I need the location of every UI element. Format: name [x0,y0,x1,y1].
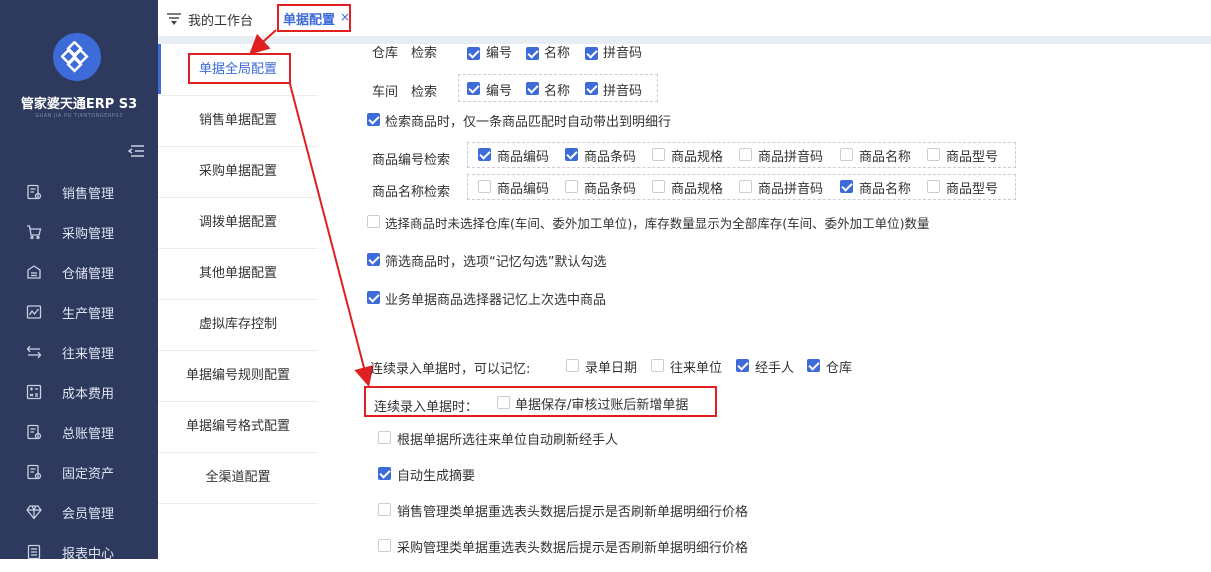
option-label: 自动生成摘要 [397,469,476,484]
option-label: 商品规格 [671,150,724,165]
warehouse-search-row: 仓库 检索 编号 名称 拼音码 [158,44,1211,64]
checkbox[interactable] [526,47,539,60]
checkbox-single-match[interactable] [367,113,380,126]
option-label: 拼音码 [603,46,643,61]
checkbox-purchase-refresh-price[interactable] [378,539,391,552]
option-label: 拼音码 [603,84,643,99]
warehouse-search-label: 仓库 检索 [372,46,438,61]
checkbox[interactable] [467,47,480,60]
code-search-label: 商品编号检索 [372,153,451,168]
option-label: 商品条码 [584,150,637,165]
checkbox[interactable] [736,359,749,372]
checkbox[interactable] [739,148,752,161]
option-label: 商品条码 [584,182,637,197]
annotation-box-continuous [364,386,717,417]
checkbox[interactable] [652,180,665,193]
checkbox[interactable] [478,148,491,161]
checkbox[interactable] [840,180,853,193]
checkbox[interactable] [585,47,598,60]
option-label: 检索商品时，仅一条商品匹配时自动带出到明细行 [385,115,672,130]
checkbox[interactable] [565,180,578,193]
option-label: 编号 [486,84,513,99]
option-label: 商品型号 [946,182,999,197]
checkbox-sales-refresh-price[interactable] [378,503,391,516]
option-label: 销售管理类单据重选表头数据后提示是否刷新单据明细行价格 [397,505,749,520]
option-label: 名称 [544,46,571,61]
option-label: 业务单据商品选择器记忆上次选中商品 [385,293,607,308]
checkbox-auto-refresh-handler[interactable] [378,431,391,444]
option-label: 筛选商品时，选项“记忆勾选”默认勾选 [385,255,607,270]
checkbox[interactable] [652,148,665,161]
checkbox[interactable] [840,148,853,161]
option-label: 商品编码 [497,150,550,165]
option-label: 仓库 [826,361,853,376]
option-label: 编号 [486,46,513,61]
option-label: 根据单据所选往来单位自动刷新经手人 [397,433,619,448]
option-label: 名称 [544,84,571,99]
option-label: 选择商品时未选择仓库(车间、委外加工单位)，库存数量显示为全部库存(车间、委外加… [385,216,930,231]
option-label: 商品名称 [859,182,912,197]
checkbox[interactable] [585,82,598,95]
option-label: 经手人 [755,361,795,376]
option-label: 商品编码 [497,182,550,197]
checkbox[interactable] [807,359,820,372]
checkbox-all-stock[interactable] [367,215,380,228]
option-label: 采购管理类单据重选表头数据后提示是否刷新单据明细行价格 [397,541,749,556]
checkbox[interactable] [565,148,578,161]
option-label: 商品拼音码 [758,150,824,165]
checkbox[interactable] [478,180,491,193]
option-label: 往来单位 [670,361,723,376]
checkbox[interactable] [526,82,539,95]
checkbox[interactable] [566,359,579,372]
option-label: 录单日期 [585,361,638,376]
checkbox-auto-summary[interactable] [378,467,391,480]
option-label: 商品规格 [671,182,724,197]
checkbox[interactable] [739,180,752,193]
checkbox[interactable] [927,148,940,161]
checkbox-selector-memory[interactable] [367,291,380,304]
name-search-label: 商品名称检索 [372,185,451,200]
checkbox[interactable] [651,359,664,372]
checkbox[interactable] [467,82,480,95]
checkbox-filter-memory[interactable] [367,253,380,266]
option-label: 商品拼音码 [758,182,824,197]
workshop-search-label: 车间 检索 [372,85,438,100]
option-label: 商品型号 [946,150,999,165]
continuous-memory-label: 连续录入单据时，可以记忆: [370,362,531,377]
checkbox[interactable] [927,180,940,193]
option-label: 商品名称 [859,150,912,165]
